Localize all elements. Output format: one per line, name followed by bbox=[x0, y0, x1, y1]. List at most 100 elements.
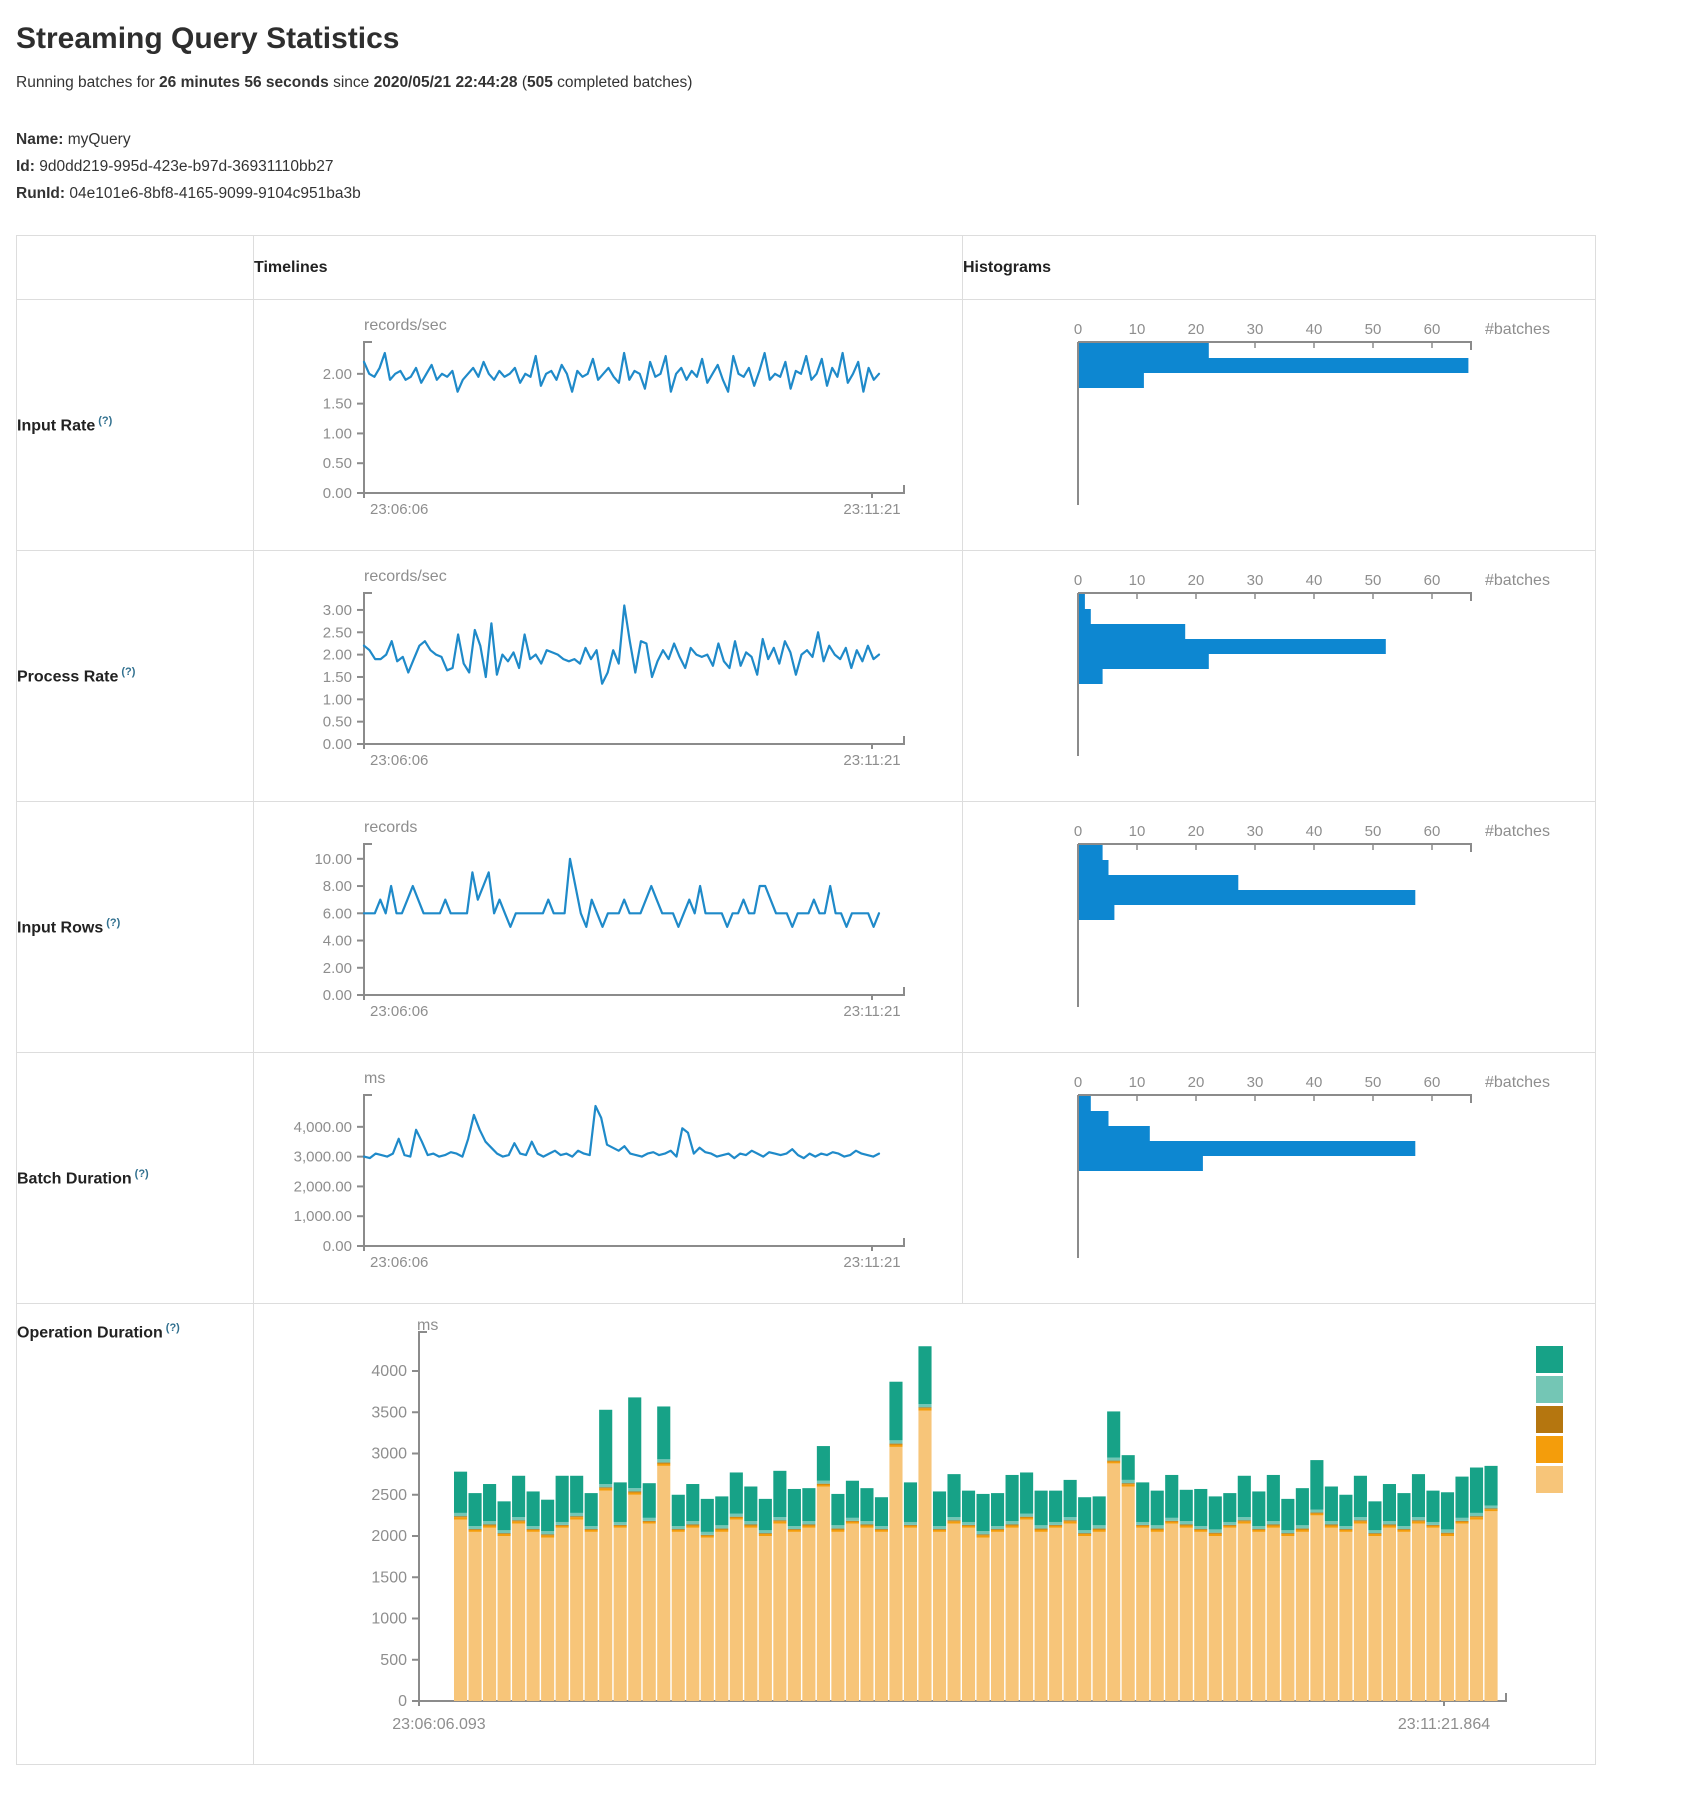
svg-text:50: 50 bbox=[1365, 572, 1382, 589]
svg-text:23:06:06: 23:06:06 bbox=[370, 1003, 428, 1020]
svg-text:0.50: 0.50 bbox=[323, 455, 352, 472]
svg-text:10: 10 bbox=[1129, 572, 1146, 589]
svg-text:2000: 2000 bbox=[371, 1528, 407, 1545]
query-metadata: Name: myQuery Id: 9d0dd219-995d-423e-b97… bbox=[16, 126, 1677, 207]
metric-label: Batch Duration bbox=[17, 1170, 132, 1187]
query-name-value: myQuery bbox=[63, 131, 130, 148]
svg-text:30: 30 bbox=[1247, 321, 1264, 338]
svg-text:500: 500 bbox=[380, 1652, 407, 1669]
svg-text:60: 60 bbox=[1424, 1074, 1441, 1091]
query-id-value: 9d0dd219-995d-423e-b97d-36931110bb27 bbox=[35, 158, 334, 175]
input-rate-histogram-chart: 0102030405060#batches bbox=[963, 300, 1596, 551]
table-row: Input Rate(?) records/sec 0.00 0.50 1.00 1.5… bbox=[17, 300, 1596, 551]
row-label-process-rate: Process Rate(?) bbox=[17, 551, 254, 802]
svg-text:3500: 3500 bbox=[371, 1404, 407, 1421]
metric-label: Input Rows bbox=[17, 919, 103, 936]
svg-text:#batches: #batches bbox=[1485, 823, 1550, 840]
timelines-column-header: Timelines bbox=[254, 236, 963, 300]
svg-text:23:06:06: 23:06:06 bbox=[370, 501, 428, 518]
operation-duration-legend bbox=[1536, 1346, 1563, 1493]
svg-text:2.00: 2.00 bbox=[323, 647, 352, 664]
svg-text:30: 30 bbox=[1247, 823, 1264, 840]
svg-text:23:11:21.864: 23:11:21.864 bbox=[1398, 1716, 1490, 1733]
input-rate-timeline-chart: records/sec 0.00 0.50 1.00 1.50 2.00 23:06:06 2… bbox=[254, 300, 963, 551]
svg-text:0: 0 bbox=[1074, 572, 1082, 589]
svg-text:40: 40 bbox=[1306, 572, 1323, 589]
svg-text:0.00: 0.00 bbox=[323, 485, 352, 502]
svg-text:50: 50 bbox=[1365, 823, 1382, 840]
svg-text:23:11:21: 23:11:21 bbox=[843, 1254, 900, 1271]
svg-text:3,000.00: 3,000.00 bbox=[294, 1149, 352, 1166]
svg-text:1,000.00: 1,000.00 bbox=[294, 1208, 352, 1225]
completed-batches-count: 505 bbox=[527, 74, 553, 91]
svg-text:#batches: #batches bbox=[1485, 321, 1550, 338]
help-icon[interactable]: (?) bbox=[166, 1322, 180, 1334]
input-rows-histogram-chart: 0102030405060#batches bbox=[963, 802, 1596, 1053]
legend-swatch-tan bbox=[1536, 1466, 1563, 1493]
batch-duration-histogram-chart: 0102030405060#batches bbox=[963, 1053, 1596, 1304]
svg-text:60: 60 bbox=[1424, 321, 1441, 338]
legend-swatch-darkgold bbox=[1536, 1406, 1563, 1433]
help-icon[interactable]: (?) bbox=[135, 1168, 149, 1180]
metric-label: Input Rate bbox=[17, 417, 95, 434]
svg-text:#batches: #batches bbox=[1485, 1074, 1550, 1091]
svg-text:2,000.00: 2,000.00 bbox=[294, 1178, 352, 1195]
legend-swatch-orange bbox=[1536, 1436, 1563, 1463]
table-row: Batch Duration(?) ms0.001,000.002,000.00… bbox=[17, 1053, 1596, 1304]
query-runid-value: 04e101e6-8bf8-4165-9099-9104c951ba3b bbox=[65, 185, 361, 202]
help-icon[interactable]: (?) bbox=[98, 415, 112, 427]
help-icon[interactable]: (?) bbox=[121, 666, 135, 678]
svg-text:1.00: 1.00 bbox=[323, 691, 352, 708]
statistics-table: Timelines Histograms Input Rate(?) recor… bbox=[16, 235, 1596, 1765]
svg-text:40: 40 bbox=[1306, 823, 1323, 840]
svg-text:1.50: 1.50 bbox=[323, 396, 352, 413]
operation-duration-chart: ms0500100015002000250030003500400023:06:… bbox=[254, 1304, 1596, 1765]
svg-text:1.50: 1.50 bbox=[323, 669, 352, 686]
query-runid-row: RunId: 04e101e6-8bf8-4165-9099-9104c951b… bbox=[16, 180, 1677, 207]
process-rate-timeline-chart: records/sec0.000.501.001.502.002.503.002… bbox=[254, 551, 963, 802]
svg-text:#batches: #batches bbox=[1485, 572, 1550, 589]
svg-text:2.50: 2.50 bbox=[323, 624, 352, 641]
svg-text:23:11:21: 23:11:21 bbox=[843, 501, 900, 518]
help-icon[interactable]: (?) bbox=[106, 917, 120, 929]
svg-text:3000: 3000 bbox=[371, 1446, 407, 1463]
metric-label: Operation Duration bbox=[17, 1324, 163, 1341]
query-name-row: Name: myQuery bbox=[16, 126, 1677, 153]
legend-swatch-lightteal bbox=[1536, 1376, 1563, 1403]
svg-text:3.00: 3.00 bbox=[323, 602, 352, 619]
legend-swatch-teal bbox=[1536, 1346, 1563, 1373]
svg-text:10: 10 bbox=[1129, 823, 1146, 840]
query-name-label: Name: bbox=[16, 131, 63, 148]
svg-text:2.00: 2.00 bbox=[323, 366, 352, 383]
table-row: Input Rows(?) records0.002.004.006.008.0… bbox=[17, 802, 1596, 1053]
query-id-row: Id: 9d0dd219-995d-423e-b97d-36931110bb27 bbox=[16, 153, 1677, 180]
svg-text:4000: 4000 bbox=[371, 1363, 407, 1380]
svg-text:1.00: 1.00 bbox=[323, 425, 352, 442]
svg-text:10.00: 10.00 bbox=[314, 851, 352, 868]
svg-text:23:06:06: 23:06:06 bbox=[370, 1254, 428, 1271]
row-label-input-rows: Input Rows(?) bbox=[17, 802, 254, 1053]
batch-duration-timeline-chart: ms0.001,000.002,000.003,000.004,000.0023… bbox=[254, 1053, 963, 1304]
svg-text:2500: 2500 bbox=[371, 1487, 407, 1504]
table-row: Process Rate(?) records/sec0.000.501.001… bbox=[17, 551, 1596, 802]
svg-text:0: 0 bbox=[1074, 1074, 1082, 1091]
paren-open: ( bbox=[518, 74, 527, 91]
svg-text:60: 60 bbox=[1424, 572, 1441, 589]
svg-text:30: 30 bbox=[1247, 1074, 1264, 1091]
row-label-input-rate: Input Rate(?) bbox=[17, 300, 254, 551]
start-time: 2020/05/21 22:44:28 bbox=[374, 74, 518, 91]
svg-text:10: 10 bbox=[1129, 1074, 1146, 1091]
svg-text:1500: 1500 bbox=[371, 1569, 407, 1586]
svg-text:records/sec: records/sec bbox=[364, 568, 447, 585]
histograms-column-header: Histograms bbox=[963, 236, 1596, 300]
svg-text:50: 50 bbox=[1365, 321, 1382, 338]
svg-text:20: 20 bbox=[1188, 572, 1205, 589]
process-rate-histogram-chart: 0102030405060#batches bbox=[963, 551, 1596, 802]
svg-text:4.00: 4.00 bbox=[323, 933, 352, 950]
since-text: since bbox=[329, 74, 374, 91]
svg-text:23:11:21: 23:11:21 bbox=[843, 1003, 900, 1020]
table-row: Operation Duration(?) ms0500100015002000… bbox=[17, 1304, 1596, 1765]
svg-text:records/sec: records/sec bbox=[364, 317, 447, 334]
input-rows-timeline-chart: records0.002.004.006.008.0010.0023:06:06… bbox=[254, 802, 963, 1053]
svg-text:0.00: 0.00 bbox=[323, 1238, 352, 1255]
